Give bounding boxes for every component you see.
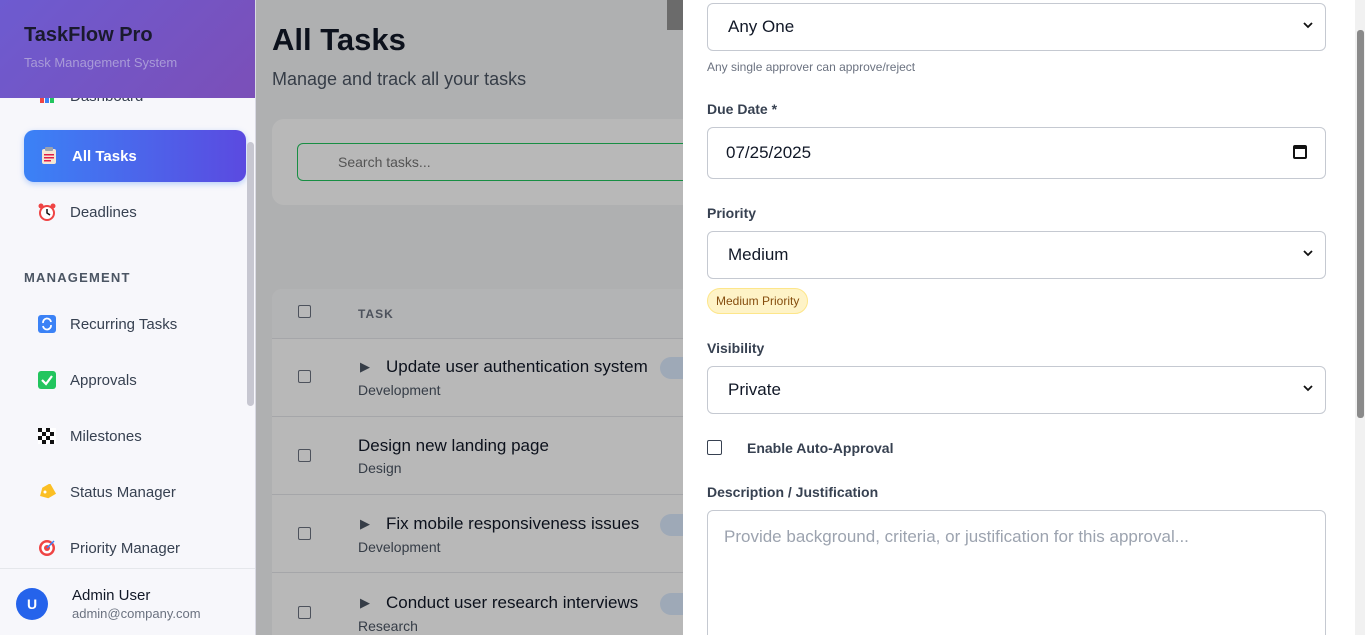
alarm-clock-icon bbox=[36, 202, 58, 222]
repeat-icon bbox=[36, 314, 58, 334]
clipboard-icon bbox=[38, 146, 60, 166]
avatar: U bbox=[16, 588, 48, 620]
sidebar-item-priority-manager[interactable]: Priority Manager bbox=[24, 522, 246, 574]
check-mark-icon bbox=[36, 370, 58, 390]
app-title: TaskFlow Pro bbox=[24, 24, 153, 46]
user-name: Admin User bbox=[72, 587, 151, 604]
sidebar-item-approvals[interactable]: Approvals bbox=[24, 354, 246, 406]
sidebar-item-label: Status Manager bbox=[70, 483, 176, 501]
priority-label: Priority bbox=[707, 205, 757, 221]
sidebar-item-deadlines[interactable]: Deadlines bbox=[24, 186, 246, 238]
visibility-select[interactable]: Private bbox=[707, 366, 1326, 414]
checkered-flag-icon bbox=[36, 426, 58, 446]
sidebar-item-label: Deadlines bbox=[70, 203, 137, 221]
approval-mode-help: Any single approver can approve/reject bbox=[707, 60, 916, 74]
auto-approval-label[interactable]: Enable Auto-Approval bbox=[747, 440, 894, 456]
auto-approval-checkbox[interactable] bbox=[707, 440, 722, 455]
sidebar-item-label: Priority Manager bbox=[70, 539, 181, 557]
nav-section-management: MANAGEMENT bbox=[24, 270, 131, 285]
user-profile[interactable]: U Admin User admin@company.com bbox=[0, 568, 255, 635]
visibility-value: Private bbox=[728, 380, 781, 399]
due-date-input[interactable]: 07/25/2025 bbox=[707, 127, 1326, 179]
tag-icon bbox=[36, 482, 58, 502]
brand-header: TaskFlow Pro Task Management System bbox=[0, 0, 255, 98]
priority-select[interactable]: Medium bbox=[707, 231, 1326, 279]
calendar-icon[interactable] bbox=[1293, 145, 1307, 159]
sidebar-item-label: Milestones bbox=[70, 427, 142, 445]
sidebar-item-recurring-tasks[interactable]: Recurring Tasks bbox=[24, 298, 246, 350]
visibility-label: Visibility bbox=[707, 340, 765, 356]
panel-scrollbar-thumb[interactable] bbox=[1357, 30, 1364, 418]
chevron-down-icon bbox=[1303, 382, 1313, 396]
sidebar-item-status-manager[interactable]: Status Manager bbox=[24, 466, 246, 518]
sidebar-scrollbar[interactable] bbox=[247, 142, 254, 406]
chevron-down-icon bbox=[1303, 247, 1313, 261]
description-label: Description / Justification bbox=[707, 484, 879, 500]
approval-mode-select[interactable]: Any One bbox=[707, 3, 1326, 51]
sidebar-item-label: All Tasks bbox=[72, 147, 137, 165]
app-tagline: Task Management System bbox=[24, 55, 178, 70]
sidebar-item-label: Approvals bbox=[70, 371, 137, 389]
due-date-label: Due Date * bbox=[707, 101, 778, 117]
approval-mode-value: Any One bbox=[728, 17, 795, 36]
target-icon bbox=[36, 538, 58, 558]
sidebar-item-milestones[interactable]: Milestones bbox=[24, 410, 246, 462]
priority-value: Medium bbox=[728, 245, 789, 264]
due-date-value: 07/25/2025 bbox=[726, 143, 812, 162]
sidebar-item-label: Recurring Tasks bbox=[70, 315, 178, 333]
priority-badge: Medium Priority bbox=[707, 288, 809, 314]
description-textarea[interactable]: Provide background, criteria, or justifi… bbox=[707, 510, 1326, 635]
sidebar-item-all-tasks[interactable]: All Tasks bbox=[24, 130, 246, 182]
sidebar: TaskFlow Pro Task Management System Dash… bbox=[0, 0, 256, 635]
chevron-down-icon bbox=[1303, 19, 1313, 33]
approval-form-panel: Any One Any single approver can approve/… bbox=[683, 0, 1355, 635]
user-email: admin@company.com bbox=[72, 606, 201, 621]
